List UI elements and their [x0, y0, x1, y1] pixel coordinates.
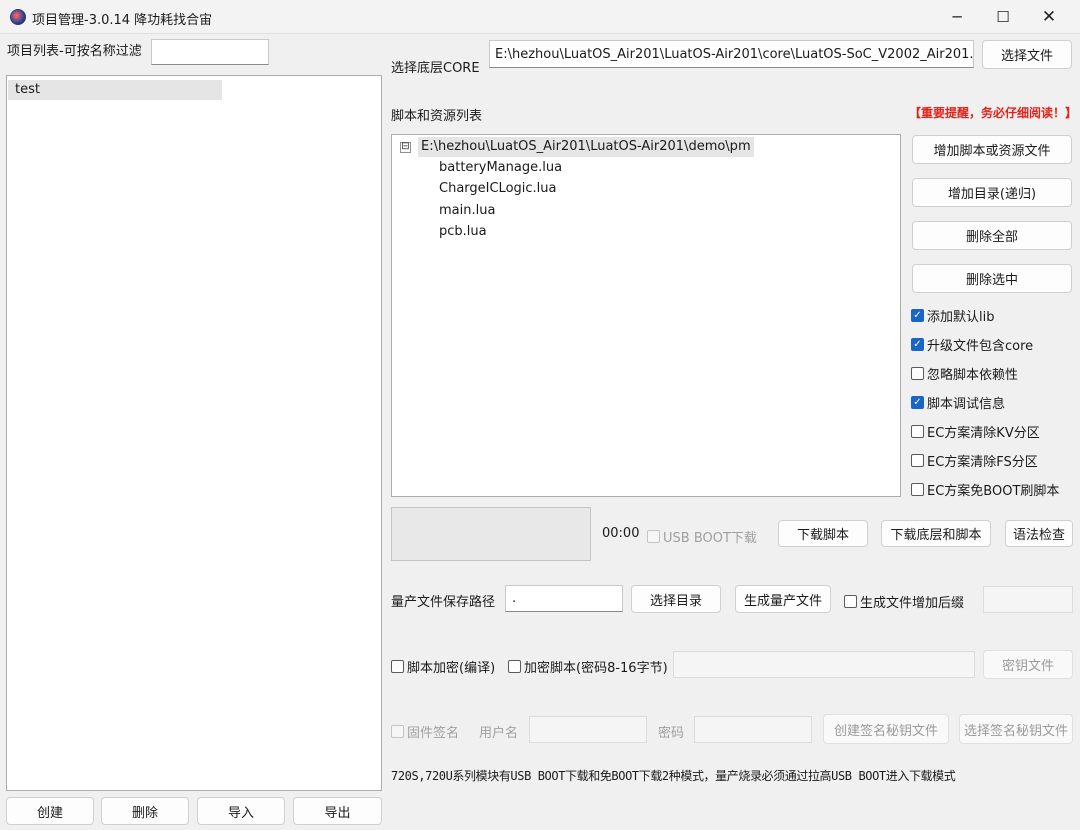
mass-path-input[interactable]: . — [505, 585, 623, 612]
project-filter-input[interactable] — [151, 39, 269, 65]
close-button[interactable]: ✕ — [1026, 0, 1072, 34]
checkbox-icon[interactable] — [508, 660, 521, 673]
core-label: 选择底层CORE — [391, 61, 480, 76]
download-timer: 00:00 — [602, 526, 640, 541]
syntax-check-button[interactable]: 语法检查 — [1005, 520, 1073, 547]
usb-boot-download-checkbox[interactable]: USB BOOT下载 — [647, 527, 757, 546]
option-debug-info[interactable]: ✓ 脚本调试信息 — [911, 393, 1005, 412]
tree-file-item[interactable]: ChargeICLogic.lua — [439, 179, 557, 199]
checkbox-icon[interactable] — [647, 530, 660, 543]
choose-sign-key-button[interactable]: 选择签名秘钥文件 — [959, 714, 1073, 744]
add-directory-button[interactable]: 增加目录(递归) — [912, 178, 1072, 207]
generate-mass-file-button[interactable]: 生成量产文件 — [735, 585, 831, 613]
suffix-input[interactable] — [983, 586, 1073, 613]
option-ignore-deps[interactable]: 忽略脚本依赖性 — [911, 364, 1018, 383]
checkbox-icon[interactable] — [911, 367, 924, 380]
username-input[interactable] — [529, 716, 647, 743]
delete-project-button[interactable]: 删除 — [101, 797, 189, 825]
checkbox-checked-icon[interactable]: ✓ — [911, 396, 924, 409]
important-warning-link[interactable]: 【重要提醒，务必仔细阅读！】 — [909, 104, 1077, 121]
title-bar: 项目管理-3.0.14 降功耗找合宙 ─ ☐ ✕ — [0, 0, 1080, 34]
script-list-label: 脚本和资源列表 — [391, 109, 483, 124]
import-project-button[interactable]: 导入 — [197, 797, 285, 825]
export-project-button[interactable]: 导出 — [293, 797, 382, 825]
tree-root-node[interactable]: ⊟ E:\hezhou\LuatOS_Air201\LuatOS-Air201\… — [400, 137, 754, 157]
firmware-sign-checkbox[interactable]: 固件签名 — [391, 722, 459, 741]
encrypt-key-input[interactable] — [673, 651, 975, 678]
checkbox-icon[interactable] — [391, 725, 404, 738]
add-suffix-checkbox[interactable]: 生成文件增加后缀 — [844, 592, 964, 611]
checkbox-icon[interactable] — [391, 660, 404, 673]
download-core-and-script-button[interactable]: 下载底层和脚本 — [881, 520, 991, 547]
app-logo-icon — [10, 9, 26, 25]
option-no-boot[interactable]: EC方案免BOOT刷脚本 — [911, 480, 1059, 499]
checkbox-icon[interactable] — [911, 425, 924, 438]
tree-file-item[interactable]: pcb.lua — [439, 222, 487, 242]
mass-path-label: 量产文件保存路径 — [391, 595, 496, 610]
password-label: 密码 — [658, 726, 685, 741]
encrypt-password-checkbox[interactable]: 加密脚本(密码8-16字节) — [508, 657, 668, 676]
password-input[interactable] — [694, 716, 812, 743]
checkbox-checked-icon[interactable]: ✓ — [911, 309, 924, 322]
checkbox-icon[interactable] — [911, 454, 924, 467]
script-encrypt-checkbox[interactable]: 脚本加密(编译) — [391, 657, 495, 676]
tree-file-item[interactable]: batteryManage.lua — [439, 158, 562, 178]
project-filter-label: 项目列表-可按名称过滤 — [7, 44, 142, 59]
option-clear-kv[interactable]: EC方案清除KV分区 — [911, 422, 1040, 441]
maximize-button[interactable]: ☐ — [980, 0, 1026, 34]
create-sign-key-button[interactable]: 创建签名秘钥文件 — [823, 714, 949, 744]
checkbox-icon[interactable] — [844, 595, 857, 608]
minimize-button[interactable]: ─ — [934, 0, 980, 34]
option-default-lib[interactable]: ✓ 添加默认lib — [911, 306, 994, 325]
window-title: 项目管理-3.0.14 降功耗找合宙 — [32, 13, 213, 28]
project-list[interactable] — [6, 75, 382, 791]
checkbox-checked-icon[interactable]: ✓ — [911, 338, 924, 351]
add-script-file-button[interactable]: 增加脚本或资源文件 — [912, 135, 1072, 164]
collapse-icon[interactable]: ⊟ — [400, 141, 411, 153]
tree-file-item[interactable]: main.lua — [439, 201, 495, 221]
core-path-input[interactable]: E:\hezhou\LuatOS_Air201\LuatOS-Air201\co… — [489, 40, 974, 68]
download-progress-area — [391, 507, 591, 561]
choose-directory-button[interactable]: 选择目录 — [631, 585, 721, 613]
download-script-button[interactable]: 下载脚本 — [778, 520, 868, 547]
create-project-button[interactable]: 创建 — [6, 797, 94, 825]
delete-selected-button[interactable]: 删除选中 — [912, 264, 1072, 293]
option-clear-fs[interactable]: EC方案清除FS分区 — [911, 451, 1038, 470]
key-file-button[interactable]: 密钥文件 — [983, 650, 1073, 679]
username-label: 用户名 — [479, 726, 519, 741]
usb-boot-note: 720S,720U系列模块有USB BOOT下载和免BOOT下载2种模式，量产烧… — [391, 769, 956, 783]
option-include-core[interactable]: ✓ 升级文件包含core — [911, 335, 1033, 354]
tree-root-label: E:\hezhou\LuatOS_Air201\LuatOS-Air201\de… — [418, 137, 754, 157]
delete-all-button[interactable]: 删除全部 — [912, 221, 1072, 250]
checkbox-icon[interactable] — [911, 483, 924, 496]
project-list-item[interactable]: test — [8, 80, 222, 100]
choose-core-file-button[interactable]: 选择文件 — [982, 40, 1072, 69]
